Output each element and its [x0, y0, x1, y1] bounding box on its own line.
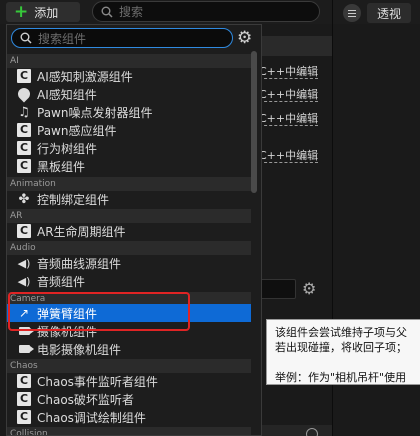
component-label: Pawn噪点发射器组件: [37, 105, 153, 120]
tooltip-line: 若出现碰撞，将收回子项；: [275, 341, 407, 354]
cpp-class-icon: C: [17, 159, 31, 173]
search-placeholder: 搜索组件: [38, 31, 87, 46]
settings-gear-icon[interactable]: ⚙: [237, 28, 252, 48]
component-label: Chaos破坏监听者: [37, 392, 134, 407]
category-header-animation: Animation: [7, 177, 251, 191]
cpp-class-icon: C: [17, 392, 31, 406]
component-label: 电影摄像机组件: [37, 342, 122, 357]
cpp-class-icon: C: [17, 141, 31, 155]
components-search-input[interactable]: 搜索: [92, 1, 320, 22]
search-placeholder: 搜索: [119, 5, 144, 19]
component-label: 音频组件: [37, 274, 86, 289]
category-header-chaos: Chaos: [7, 359, 251, 373]
component-label: 行为树组件: [37, 141, 98, 156]
component-label: Pawn感应组件: [37, 123, 117, 138]
component-label: AR生命周期组件: [37, 224, 126, 239]
component-item[interactable]: C AI感知刺激源组件: [7, 67, 251, 85]
component-item[interactable]: C Chaos事件监听者组件: [7, 372, 251, 390]
edit-in-cpp-link[interactable]: C++中编辑: [259, 86, 319, 102]
menu-icon: [348, 12, 356, 14]
add-component-dropdown: 搜索组件 ⚙ AI C AI感知刺激源组件 AI感知组件 ♫ Pawn噪点发射器…: [6, 24, 262, 436]
component-label: AI感知组件: [37, 87, 97, 102]
category-header-ai: AI: [7, 54, 251, 68]
component-label: 控制绑定组件: [37, 192, 110, 207]
cpp-class-icon: C: [17, 410, 31, 424]
edit-in-cpp-link[interactable]: C++中编辑: [259, 110, 319, 126]
component-item[interactable]: C 黑板组件: [7, 157, 251, 175]
highlight-annotation-box: [8, 292, 190, 331]
search-icon: [20, 32, 32, 44]
component-item[interactable]: 电影摄像机组件: [7, 340, 251, 358]
control-rig-icon: ✤: [18, 191, 30, 207]
component-item[interactable]: ◀) 音频曲线源组件: [7, 254, 251, 272]
perspective-button[interactable]: 透视: [367, 3, 411, 23]
component-label: Chaos调试绘制组件: [37, 410, 146, 425]
background-section-header: [250, 425, 332, 436]
add-component-button[interactable]: + 添加: [6, 2, 80, 22]
add-circle-icon[interactable]: [306, 428, 318, 436]
cpp-class-icon: C: [17, 123, 31, 137]
camera-icon: [17, 342, 34, 356]
component-item[interactable]: ✤ 控制绑定组件: [7, 190, 251, 208]
component-item[interactable]: C 行为树组件: [7, 139, 251, 157]
top-toolbar: + 添加 搜索 透视: [0, 0, 420, 24]
component-label: Chaos事件监听者组件: [37, 374, 158, 389]
location-pin-icon: [15, 85, 33, 103]
component-item[interactable]: ◀) 音频组件: [7, 272, 251, 290]
component-item[interactable]: ♫ Pawn噪点发射器组件: [7, 103, 251, 121]
editor-root: + 添加 搜索 透视 C++中编辑 C++中编辑 C++中编辑 C++中编辑 ⚙…: [0, 0, 420, 436]
tooltip-line: 举例：作为"相机吊杆"使用: [275, 371, 407, 384]
component-label: 黑板组件: [37, 159, 86, 174]
speaker-icon: ◀): [17, 256, 31, 270]
category-header-audio: Audio: [7, 241, 251, 255]
category-header-collision: Collision: [7, 427, 251, 435]
component-item[interactable]: C Pawn感应组件: [7, 121, 251, 139]
component-search-field[interactable]: 搜索组件: [11, 28, 233, 48]
component-item[interactable]: C Chaos调试绘制组件: [7, 408, 251, 426]
edit-in-cpp-link[interactable]: C++中编辑: [259, 147, 319, 163]
speaker-icon: ◀): [17, 274, 31, 288]
cpp-class-icon: C: [17, 374, 31, 388]
component-item[interactable]: AI感知组件: [7, 85, 251, 103]
tooltip-line: 该组件会尝试维持子项与父: [275, 326, 407, 339]
plus-icon: +: [14, 1, 29, 22]
component-tooltip: 该组件会尝试维持子项与父 若出现碰撞，将收回子项； 举例：作为"相机吊杆"使用: [266, 319, 420, 385]
background-panel-header: [250, 36, 332, 56]
component-item[interactable]: C Chaos破坏监听者: [7, 390, 251, 408]
hamburger-menu-button[interactable]: [343, 4, 361, 22]
search-icon: [101, 6, 113, 18]
component-item[interactable]: C AR生命周期组件: [7, 222, 251, 240]
noise-emitter-icon: ♫: [18, 104, 30, 120]
category-header-ar: AR: [7, 209, 251, 223]
edit-in-cpp-link[interactable]: C++中编辑: [259, 63, 319, 79]
add-button-label: 添加: [34, 5, 59, 20]
gear-icon[interactable]: ⚙: [302, 279, 316, 298]
component-label: AI感知刺激源组件: [37, 69, 133, 84]
component-label: 音频曲线源组件: [37, 256, 122, 271]
tooltip-line: [275, 355, 420, 370]
scrollbar-thumb[interactable]: [251, 51, 257, 193]
cpp-class-icon: C: [17, 224, 31, 238]
cpp-class-icon: C: [17, 69, 31, 83]
